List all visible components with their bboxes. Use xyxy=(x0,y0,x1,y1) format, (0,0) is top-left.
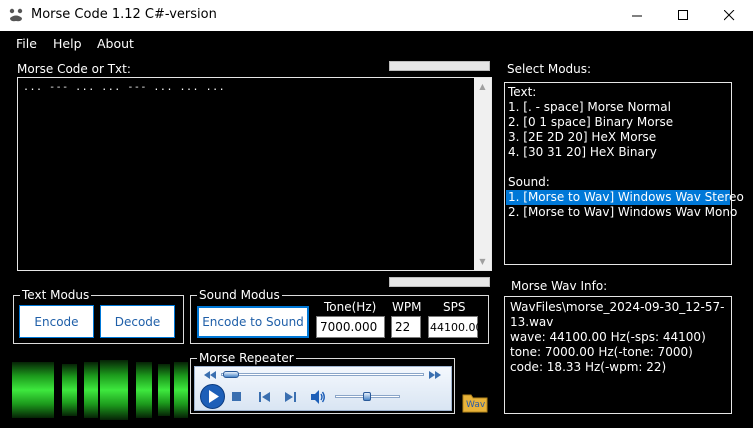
scroll-down-icon[interactable]: ▼ xyxy=(474,253,491,270)
visualizer-bar xyxy=(136,362,152,418)
rewind-icon[interactable] xyxy=(203,371,217,379)
decode-button[interactable]: Decode xyxy=(100,305,175,338)
audio-visualizer xyxy=(12,360,188,420)
bottom-progress-bar xyxy=(389,277,490,287)
menu-about[interactable]: About xyxy=(97,36,134,51)
title-bar: Morse Code 1.12 C#-version xyxy=(0,0,753,31)
menu-help[interactable]: Help xyxy=(53,36,82,51)
close-icon xyxy=(723,10,734,21)
visualizer-bar xyxy=(158,364,170,416)
wpm-label: WPM xyxy=(392,300,422,314)
paw-icon xyxy=(9,8,23,22)
info-line: code: 18.33 Hz(-wpm: 22) xyxy=(510,360,667,374)
visualizer-bar xyxy=(12,362,54,418)
encode-to-sound-button[interactable]: Encode to Sound xyxy=(197,306,309,338)
sound-modus-title: Sound Modus xyxy=(197,288,282,302)
modus-listbox[interactable]: Text: 1. [. - space] Morse Normal 2. [0 … xyxy=(504,82,744,265)
minimize-button[interactable] xyxy=(614,0,660,31)
morse-input-textarea[interactable]: ... --- ... ... --- ... ... ... ▲ ▼ xyxy=(17,77,492,271)
text-modus-title: Text Modus xyxy=(20,288,92,302)
wav-info-box: WavFiles\morse_2024-09-30_12-57- 13.wav … xyxy=(504,296,732,414)
maximize-icon xyxy=(677,10,688,20)
top-progress-bar xyxy=(389,61,490,71)
media-player xyxy=(194,366,452,411)
menu-bar: File Help About xyxy=(0,31,753,55)
list-item[interactable]: 2. [0 1 space] Binary Morse xyxy=(508,115,673,130)
sps-label: SPS xyxy=(443,300,466,314)
seek-track[interactable] xyxy=(221,373,424,376)
play-icon[interactable] xyxy=(200,384,225,409)
close-button[interactable] xyxy=(706,0,752,31)
encode-button[interactable]: Encode xyxy=(19,305,94,338)
visualizer-bar xyxy=(62,364,77,416)
sps-input[interactable]: 44100.00 xyxy=(428,316,483,338)
list-item: Sound: xyxy=(508,175,550,189)
wpm-input[interactable]: 22 xyxy=(391,316,421,338)
morse-input-value: ... --- ... ... --- ... ... ... xyxy=(23,82,226,93)
scroll-up-icon[interactable]: ▲ xyxy=(474,78,491,95)
tone-input[interactable]: 7000.000 xyxy=(316,316,385,338)
vertical-scrollbar[interactable]: ▲ ▼ xyxy=(474,78,491,270)
volume-icon[interactable] xyxy=(310,390,326,404)
previous-icon[interactable] xyxy=(259,392,271,402)
list-item[interactable]: 3. [2E 2D 20] HeX Morse xyxy=(508,130,656,145)
fast-forward-icon[interactable] xyxy=(428,371,442,379)
menu-file[interactable]: File xyxy=(16,36,37,51)
wav-info-label: Morse Wav Info: xyxy=(511,279,608,293)
volume-thumb[interactable] xyxy=(363,392,371,401)
morse-repeater-title: Morse Repeater xyxy=(197,351,296,365)
list-item[interactable]: 4. [30 31 20] HeX Binary xyxy=(508,145,657,160)
seek-thumb[interactable] xyxy=(223,371,239,378)
select-modus-label: Select Modus: xyxy=(507,62,592,76)
next-icon[interactable] xyxy=(284,392,296,402)
wav-folder-label: Wav xyxy=(466,400,486,410)
visualizer-bar xyxy=(84,362,98,418)
wav-folder-button[interactable]: Wav xyxy=(462,391,488,413)
list-item-selected[interactable]: 1. [Morse to Wav] Windows Wav Stereo xyxy=(506,190,744,205)
info-line: WavFiles\morse_2024-09-30_12-57- xyxy=(510,300,725,314)
tone-label: Tone(Hz) xyxy=(324,300,377,314)
window-title: Morse Code 1.12 C#-version xyxy=(31,7,217,22)
list-item[interactable]: 1. [. - space] Morse Normal xyxy=(508,100,671,115)
list-item: Text: xyxy=(508,85,537,99)
info-line: 13.wav xyxy=(510,315,554,329)
minimize-icon xyxy=(631,15,642,17)
list-item[interactable]: 2. [Morse to Wav] Windows Wav Mono xyxy=(508,205,737,220)
maximize-button[interactable] xyxy=(660,0,706,31)
visualizer-bar xyxy=(100,360,128,420)
morse-input-label: Morse Code or Txt: xyxy=(17,62,131,76)
info-line: wave: 44100.00 Hz(-sps: 44100) xyxy=(510,330,706,344)
stop-icon[interactable] xyxy=(232,392,242,402)
visualizer-bar xyxy=(174,362,188,418)
info-line: tone: 7000.00 Hz(-tone: 7000) xyxy=(510,345,693,359)
